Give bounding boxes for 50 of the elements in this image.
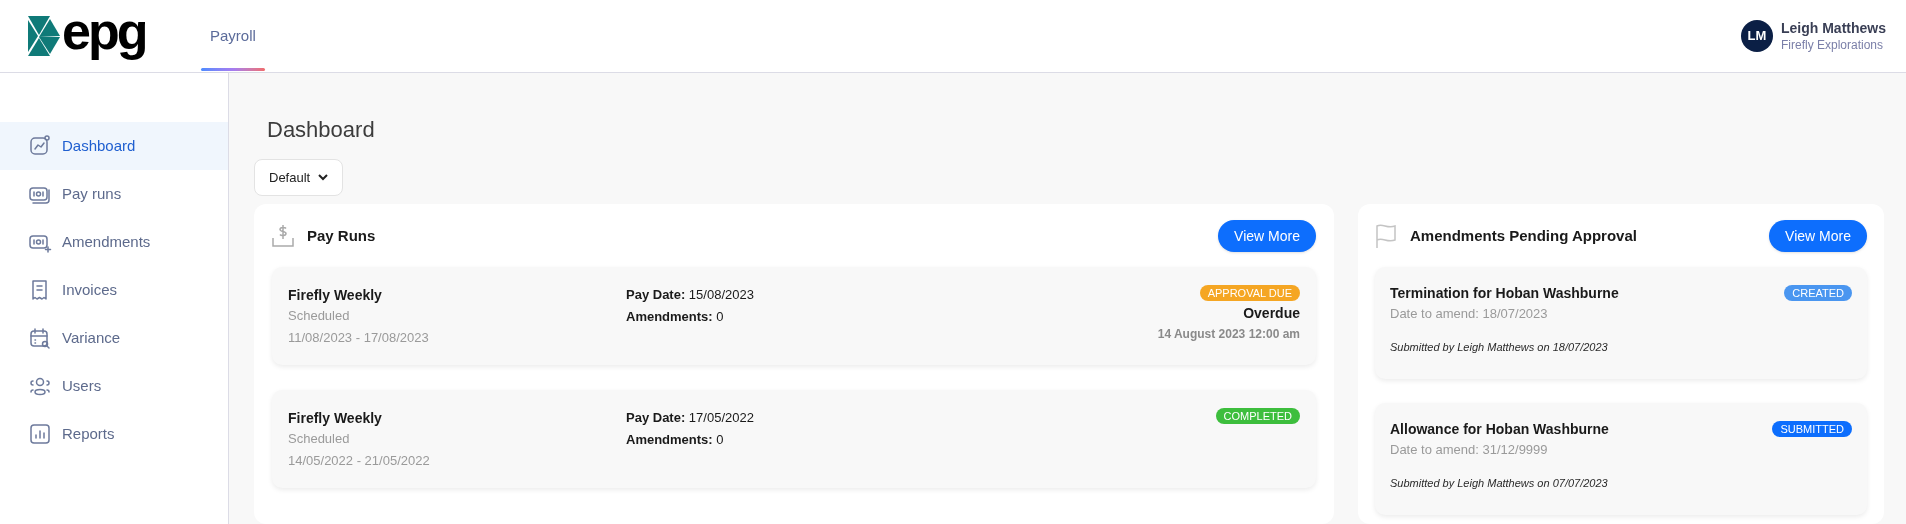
flag-icon [1375, 223, 1397, 249]
sidebar-item[interactable]: Users [0, 362, 228, 410]
user-avatar[interactable]: LM [1741, 20, 1773, 52]
pay-run-period: 11/08/2023 - 17/08/2023 [288, 329, 430, 347]
overdue-label: Overdue [1243, 304, 1300, 323]
sidebar-item[interactable]: Dashboard [0, 122, 228, 170]
logo-icon [28, 16, 60, 56]
calendar-search-icon [28, 326, 52, 350]
due-date: 14 August 2023 12:00 am [1157, 326, 1300, 343]
sidebar-item[interactable]: Amendments [0, 218, 228, 266]
pay-run-card[interactable]: Firefly Weekly Scheduled 14/05/2022 - 21/05/2022 Pay Date: 17/05/2022 Amendments: 0 COMPLETED [272, 390, 1316, 488]
sidebar-item[interactable]: Invoices [0, 266, 228, 314]
amendment-date: Date to amend: 31/12/9999 [1390, 441, 1549, 459]
pay-run-status: Scheduled [288, 307, 351, 325]
amendments-count: Amendments: 0 [626, 308, 725, 326]
chart-icon [28, 134, 52, 158]
view-more-button[interactable]: View More [1218, 220, 1316, 252]
amendment-card[interactable]: Allowance for Hoban Washburne SUBMITTED Date to amend: 31/12/9999 Submitted by Leigh Matthews on 07/07/2023 [1375, 403, 1867, 515]
company-name: Firefly Explorations [1781, 37, 1885, 53]
pay-run-name: Firefly Weekly [288, 409, 383, 428]
panel-title: Pay Runs [307, 225, 376, 246]
status-badge: CREATED [1784, 285, 1852, 301]
user-name: Leigh Matthews [1781, 19, 1886, 37]
chevron-down-icon [318, 174, 329, 181]
pay-date-text: Pay Date: 15/08/2023 [626, 286, 754, 304]
view-dropdown[interactable]: Default [254, 159, 344, 196]
status-badge: APPROVAL DUE [1199, 285, 1300, 301]
submitted-note: Submitted by Leigh Matthews on 18/07/2023 [1390, 340, 1609, 355]
amendment-title: Allowance for Hoban Washburne [1390, 420, 1609, 439]
status-badge: SUBMITTED [1772, 421, 1852, 437]
pay-date-text: Pay Date: 17/05/2022 [626, 409, 754, 427]
view-more-button[interactable]: View More [1769, 220, 1867, 252]
sidebar-item[interactable]: Pay runs [0, 170, 228, 218]
amendment-title: Termination for Hoban Washburne [1390, 284, 1619, 303]
amendments-count: Amendments: 0 [626, 431, 725, 449]
report-icon [28, 422, 52, 446]
sidebar-item[interactable]: Reports [0, 410, 228, 458]
pay-run-period: 14/05/2022 - 21/05/2022 [288, 452, 431, 470]
pay-run-card[interactable]: Firefly Weekly Scheduled 11/08/2023 - 17/08/2023 Pay Date: 15/08/2023 Amendments: 0 APPROVAL DUE Overdue 14 August 2023 12:00 am [272, 267, 1316, 365]
dollar-tray-icon [272, 224, 294, 248]
status-badge: COMPLETED [1215, 408, 1300, 424]
amendment-date: Date to amend: 18/07/2023 [1390, 305, 1549, 323]
sidebar-item[interactable]: Variance [0, 314, 228, 362]
amendment-card[interactable]: Termination for Hoban Washburne CREATED Date to amend: 18/07/2023 Submitted by Leigh Matthews on 18/07/2023 [1375, 267, 1867, 379]
pay-run-status: Scheduled [288, 430, 351, 448]
page-title: Dashboard [267, 116, 376, 144]
pay-run-name: Firefly Weekly [288, 286, 383, 305]
nav-tab[interactable]: Payroll [201, 0, 265, 72]
panel-title: Amendments Pending Approval [1410, 225, 1637, 246]
submitted-note: Submitted by Leigh Matthews on 07/07/2023 [1390, 476, 1609, 491]
